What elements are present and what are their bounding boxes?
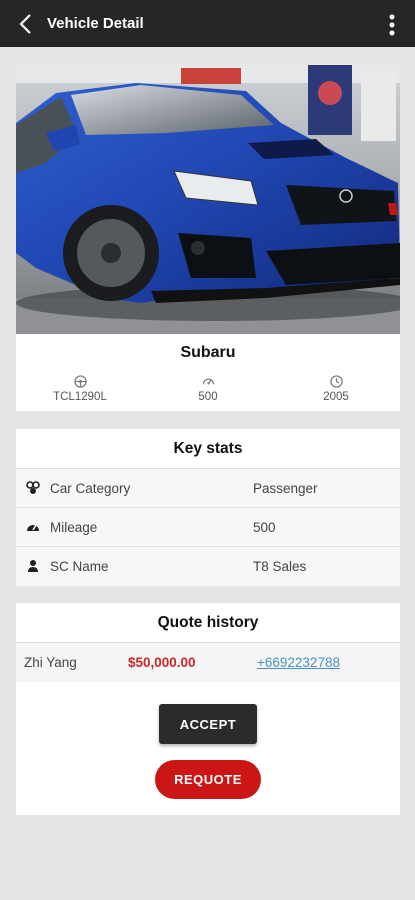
person-icon — [28, 560, 38, 572]
vehicle-name: Subaru — [180, 344, 236, 361]
stat-label: Mileage — [50, 519, 98, 535]
stat-value: T8 Sales — [253, 559, 307, 574]
requote-button[interactable]: REQUOTE — [155, 760, 261, 799]
page-title: Vehicle Detail — [47, 15, 144, 32]
car-category-icon — [26, 481, 40, 494]
year-value: 2005 — [323, 391, 349, 403]
spec-plate: TCL1290L — [20, 375, 140, 403]
spec-year: 2005 — [276, 375, 396, 403]
stat-value: Passenger — [253, 480, 318, 496]
stat-value: 500 — [253, 519, 276, 535]
mileage-value: 500 — [198, 391, 218, 403]
key-stats-title: Key stats — [16, 429, 400, 469]
quote-row: Zhi Yang $50,000.00 +6692232788 — [16, 643, 400, 682]
stat-label: SC Name — [50, 559, 109, 574]
speedometer-icon — [27, 524, 39, 531]
stat-row-car-category: Car Category Passenger — [16, 469, 400, 508]
spec-mileage: 500 — [148, 375, 268, 403]
clock-icon — [329, 375, 343, 388]
stat-row-sc-name: SC Name T8 Sales — [16, 547, 400, 586]
back-arrow-icon[interactable] — [16, 12, 38, 36]
app-bar: Vehicle Detail — [0, 0, 415, 47]
quote-history-title: Quote history — [16, 603, 400, 643]
speedometer-icon — [202, 378, 214, 385]
steering-wheel-icon — [73, 375, 87, 388]
quote-phone-link[interactable]: +6692232788 — [257, 655, 340, 670]
vehicle-summary-card: Subaru TCL1290L 500 2005 — [16, 334, 400, 411]
quote-customer-name: Zhi Yang — [24, 655, 77, 670]
quote-amount: $50,000.00 — [128, 655, 196, 670]
stat-label: Car Category — [50, 480, 131, 496]
plate-number: TCL1290L — [53, 391, 107, 403]
quote-history-card: Quote history Zhi Yang $50,000.00 +66922… — [16, 603, 400, 815]
key-stats-card: Key stats Car Category Passenger Mileage… — [16, 429, 400, 586]
accept-button[interactable]: ACCEPT — [159, 704, 257, 744]
stat-row-mileage: Mileage 500 — [16, 508, 400, 547]
vehicle-photo — [16, 63, 400, 334]
more-vert-icon[interactable] — [382, 13, 402, 37]
